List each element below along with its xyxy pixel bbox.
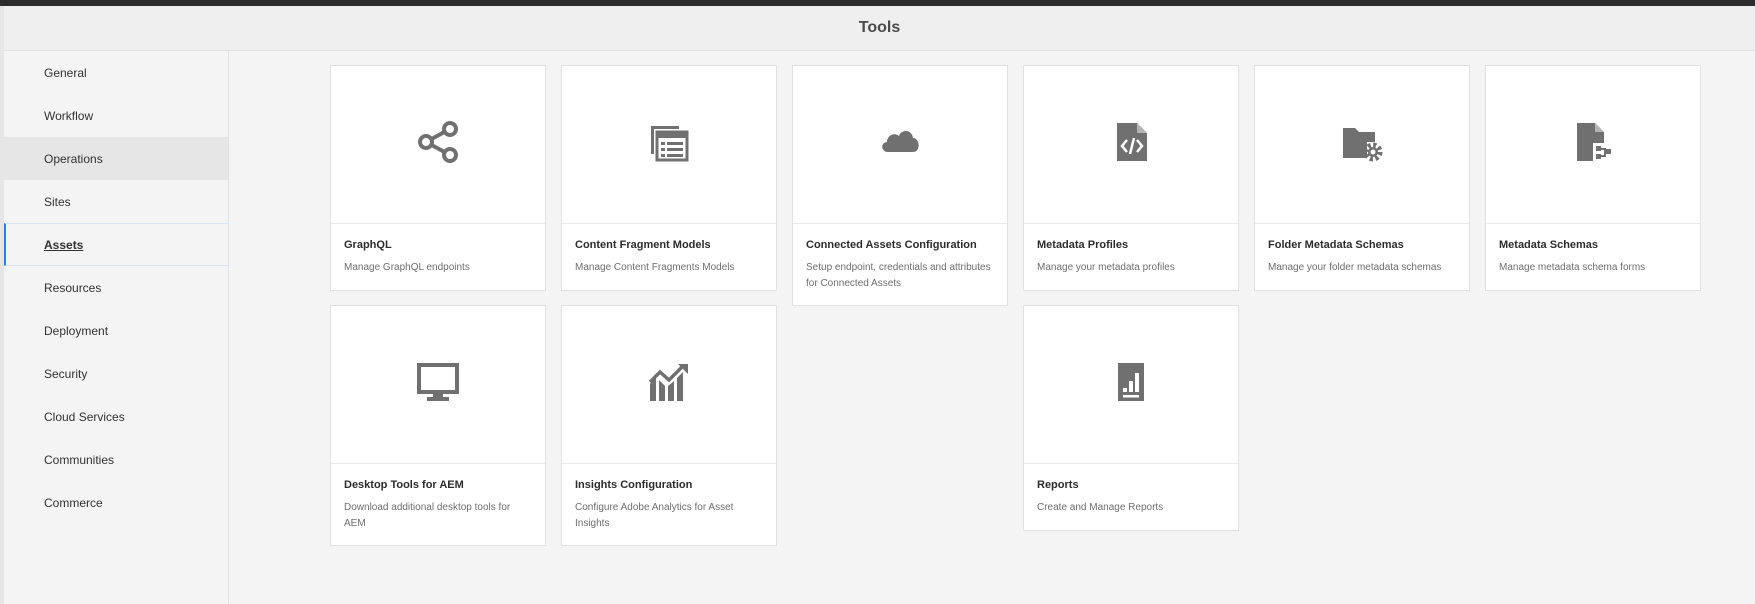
card-description: Setup endpoint, credentials and attribut… bbox=[806, 262, 991, 289]
card-title: Content Fragment Models bbox=[575, 239, 711, 251]
schema-file-icon bbox=[1571, 120, 1615, 169]
card-thumbnail bbox=[562, 66, 776, 224]
monitor-icon bbox=[416, 360, 460, 409]
fragments-icon bbox=[647, 120, 691, 169]
sidebar-item-commerce[interactable]: Commerce bbox=[4, 481, 228, 524]
sidebar-item-deployment[interactable]: Deployment bbox=[4, 309, 228, 352]
tool-card-desktop-tools[interactable]: Desktop Tools for AEM Download additiona… bbox=[330, 305, 546, 546]
card-description: Manage GraphQL endpoints bbox=[344, 262, 470, 273]
card-title: Connected Assets Configuration bbox=[806, 239, 977, 251]
sidebar-item-operations[interactable]: Operations bbox=[4, 137, 228, 180]
card-description: Manage your metadata profiles bbox=[1037, 262, 1175, 273]
folder-gear-icon bbox=[1340, 120, 1384, 169]
sidebar-item-workflow[interactable]: Workflow bbox=[4, 94, 228, 137]
sidebar-item-cloud-services[interactable]: Cloud Services bbox=[4, 395, 228, 438]
card-description: Create and Manage Reports bbox=[1037, 502, 1164, 513]
card-description: Manage your folder metadata schemas bbox=[1268, 262, 1442, 273]
tool-card-folder-metadata-schemas[interactable]: Folder Metadata Schemas Manage your fold… bbox=[1254, 65, 1470, 291]
card-description: Manage metadata schema forms bbox=[1499, 262, 1646, 273]
card-description: Download additional desktop tools for AE… bbox=[344, 502, 511, 529]
card-thumbnail bbox=[1024, 66, 1238, 224]
sidebar: General Workflow Operations Sites Assets… bbox=[4, 51, 229, 604]
card-description: Manage Content Fragments Models bbox=[575, 262, 735, 273]
tool-card-insights-configuration[interactable]: Insights Configuration Configure Adobe A… bbox=[561, 305, 777, 546]
card-thumbnail bbox=[1255, 66, 1469, 224]
card-title: Metadata Schemas bbox=[1499, 239, 1599, 251]
chart-trend-icon bbox=[647, 360, 691, 409]
card-thumbnail bbox=[331, 306, 545, 464]
card-thumbnail bbox=[1024, 306, 1238, 464]
sidebar-item-security[interactable]: Security bbox=[4, 352, 228, 395]
card-title: Folder Metadata Schemas bbox=[1268, 239, 1404, 251]
page-title: Tools bbox=[858, 19, 901, 36]
sidebar-item-communities[interactable]: Communities bbox=[4, 438, 228, 481]
report-icon bbox=[1109, 360, 1153, 409]
card-title: Metadata Profiles bbox=[1037, 239, 1129, 251]
card-thumbnail bbox=[793, 66, 1007, 224]
tool-card-metadata-schemas[interactable]: Metadata Schemas Manage metadata schema … bbox=[1485, 65, 1701, 291]
card-title: Desktop Tools for AEM bbox=[344, 479, 464, 491]
card-thumbnail bbox=[1486, 66, 1700, 224]
tool-card-connected-assets[interactable]: Connected Assets Configuration Setup end… bbox=[792, 65, 1008, 306]
tool-card-metadata-profiles[interactable]: Metadata Profiles Manage your metadata p… bbox=[1023, 65, 1239, 291]
sidebar-item-assets[interactable]: Assets bbox=[4, 223, 228, 266]
page-header: Tools bbox=[4, 6, 1755, 51]
sidebar-item-resources[interactable]: Resources bbox=[4, 266, 228, 309]
card-thumbnail bbox=[562, 306, 776, 464]
share-icon bbox=[416, 120, 460, 169]
sidebar-item-sites[interactable]: Sites bbox=[4, 180, 228, 223]
sidebar-item-general[interactable]: General bbox=[4, 51, 228, 94]
code-file-icon bbox=[1109, 120, 1153, 169]
card-thumbnail bbox=[331, 66, 545, 224]
tool-card-reports[interactable]: Reports Create and Manage Reports bbox=[1023, 305, 1239, 531]
tool-card-content-fragment-models[interactable]: Content Fragment Models Manage Content F… bbox=[561, 65, 777, 291]
card-title: GraphQL bbox=[344, 239, 392, 251]
card-description: Configure Adobe Analytics for Asset Insi… bbox=[575, 502, 734, 529]
tool-card-graphql[interactable]: GraphQL Manage GraphQL endpoints bbox=[330, 65, 546, 291]
card-title: Insights Configuration bbox=[575, 479, 693, 491]
cloud-icon bbox=[878, 120, 922, 169]
card-title: Reports bbox=[1037, 479, 1079, 491]
